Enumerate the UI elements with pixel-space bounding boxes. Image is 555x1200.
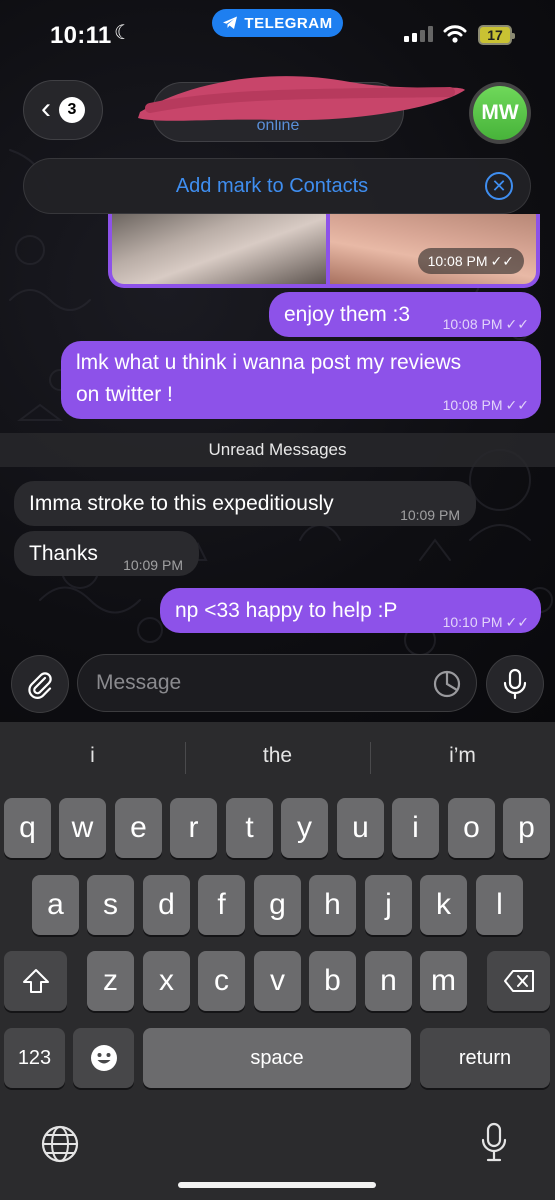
message-meta: 10:09 PM [123, 550, 183, 581]
message-meta: 10:08 PM ✓✓ [443, 390, 529, 421]
message-text: np <33 happy to help :P [175, 599, 398, 622]
key[interactable]: c [198, 951, 245, 1011]
key[interactable]: l [476, 875, 523, 935]
message-meta: 10:09 PM [400, 500, 460, 531]
key[interactable]: z [87, 951, 134, 1011]
message-time: 10:08 PM [442, 316, 503, 332]
backspace-icon [503, 970, 534, 992]
key[interactable]: g [254, 875, 301, 935]
shift-arrow-icon [22, 969, 49, 993]
suggestion-item[interactable]: i [0, 744, 185, 768]
dictation-microphone-icon[interactable] [480, 1122, 508, 1164]
key[interactable]: o [448, 798, 495, 858]
key[interactable]: f [198, 875, 245, 935]
key[interactable]: p [503, 798, 550, 858]
cellular-signal-icon [404, 26, 433, 42]
outgoing-message[interactable]: enjoy them :3 10:08 PM ✓✓ [269, 292, 541, 337]
key[interactable]: v [254, 951, 301, 1011]
key[interactable]: m [420, 951, 467, 1011]
unread-messages-divider: Unread Messages [0, 433, 555, 467]
attach-button[interactable] [11, 655, 69, 713]
outgoing-message[interactable]: np <33 happy to help :P 10:10 PM ✓✓ [160, 588, 541, 633]
status-time: 10:11 [50, 22, 112, 49]
outgoing-message[interactable]: lmk what u think i wanna post my reviews… [61, 341, 541, 419]
key[interactable]: k [420, 875, 467, 935]
key[interactable]: n [365, 951, 412, 1011]
return-key[interactable]: return [420, 1028, 550, 1088]
message-time: 10:08 PM [427, 253, 488, 269]
contact-avatar[interactable]: MW [469, 82, 531, 144]
message-input[interactable]: Message [77, 654, 477, 712]
wifi-icon [443, 25, 467, 43]
battery-level: 17 [487, 27, 503, 43]
incoming-message[interactable]: Imma stroke to this expeditiously 10:09 … [14, 481, 476, 526]
double-check-icon: ✓✓ [490, 252, 514, 269]
message-meta: 10:10 PM ✓✓ [443, 607, 529, 638]
double-check-icon: ✓✓ [505, 397, 529, 413]
key[interactable]: s [87, 875, 134, 935]
space-key[interactable]: space [143, 1028, 411, 1088]
photo-thumbnail[interactable] [112, 214, 326, 284]
chat-area: 10:11 ☾ TELEGRAM 17 ‹ 3 online MW Add ma… [0, 0, 555, 722]
double-check-icon: ✓✓ [505, 614, 529, 630]
telegram-activity-pill[interactable]: TELEGRAM [212, 9, 343, 37]
key[interactable]: d [143, 875, 190, 935]
key[interactable]: w [59, 798, 106, 858]
key[interactable]: h [309, 875, 356, 935]
numbers-key[interactable]: 123 [4, 1028, 65, 1088]
key[interactable]: i [392, 798, 439, 858]
message-time: 10:08 PM [442, 397, 503, 413]
key[interactable]: a [32, 875, 79, 935]
message-text-line: on twitter ! [76, 383, 173, 406]
paper-plane-icon [223, 16, 238, 29]
message-text-line: lmk what u think i wanna post my reviews [76, 351, 462, 374]
message-time: 10:10 PM [442, 614, 503, 630]
backspace-key[interactable] [487, 951, 550, 1011]
avatar-initials: MW [473, 86, 527, 140]
key[interactable]: x [143, 951, 190, 1011]
key[interactable]: u [337, 798, 384, 858]
key[interactable]: e [115, 798, 162, 858]
message-time: 10:09 PM [400, 507, 460, 523]
suggestion-item[interactable]: the [185, 744, 370, 768]
key[interactable]: q [4, 798, 51, 858]
sticker-icon[interactable] [432, 669, 462, 699]
message-text: Thanks [29, 542, 98, 565]
incoming-message[interactable]: Thanks 10:09 PM [14, 531, 199, 576]
close-icon[interactable]: ✕ [485, 172, 513, 200]
key[interactable]: y [281, 798, 328, 858]
add-to-contacts-banner[interactable]: Add mark to Contacts ✕ [23, 158, 531, 214]
home-indicator[interactable] [178, 1182, 376, 1188]
add-to-contacts-label[interactable]: Add mark to Contacts [24, 175, 480, 198]
message-text: enjoy them :3 [284, 303, 411, 326]
message-meta: 10:08 PM ✓✓ [443, 309, 529, 340]
moon-icon: ☾ [114, 22, 132, 44]
globe-icon[interactable] [40, 1124, 80, 1164]
telegram-pill-label: TELEGRAM [244, 14, 333, 32]
microphone-icon [503, 668, 527, 700]
key[interactable]: b [309, 951, 356, 1011]
suggestion-item[interactable]: i’m [370, 744, 555, 768]
key[interactable]: t [226, 798, 273, 858]
emoji-key[interactable] [73, 1028, 134, 1088]
photo-album-message[interactable]: 10:08 PM ✓✓ [108, 214, 540, 288]
back-button[interactable]: ‹ 3 [23, 80, 103, 140]
key[interactable]: j [365, 875, 412, 935]
chevron-left-icon: ‹ [41, 91, 51, 125]
key[interactable]: r [170, 798, 217, 858]
voice-message-button[interactable] [486, 655, 544, 713]
message-placeholder: Message [96, 671, 182, 694]
paperclip-icon [28, 672, 52, 699]
shift-key[interactable] [4, 951, 67, 1011]
redaction-scribble [138, 76, 465, 121]
message-text: Imma stroke to this expeditiously [29, 492, 334, 515]
message-meta: 10:08 PM ✓✓ [417, 248, 524, 274]
message-time: 10:09 PM [123, 557, 183, 573]
unread-count-badge: 3 [59, 97, 85, 123]
emoji-icon [90, 1045, 117, 1071]
battery-icon: 17 [478, 25, 515, 45]
double-check-icon: ✓✓ [505, 316, 529, 332]
status-bar: 10:11 ☾ TELEGRAM 17 [0, 0, 555, 70]
keyboard: i the i’m q w e r t y u i o p a s d f g … [0, 722, 555, 1200]
